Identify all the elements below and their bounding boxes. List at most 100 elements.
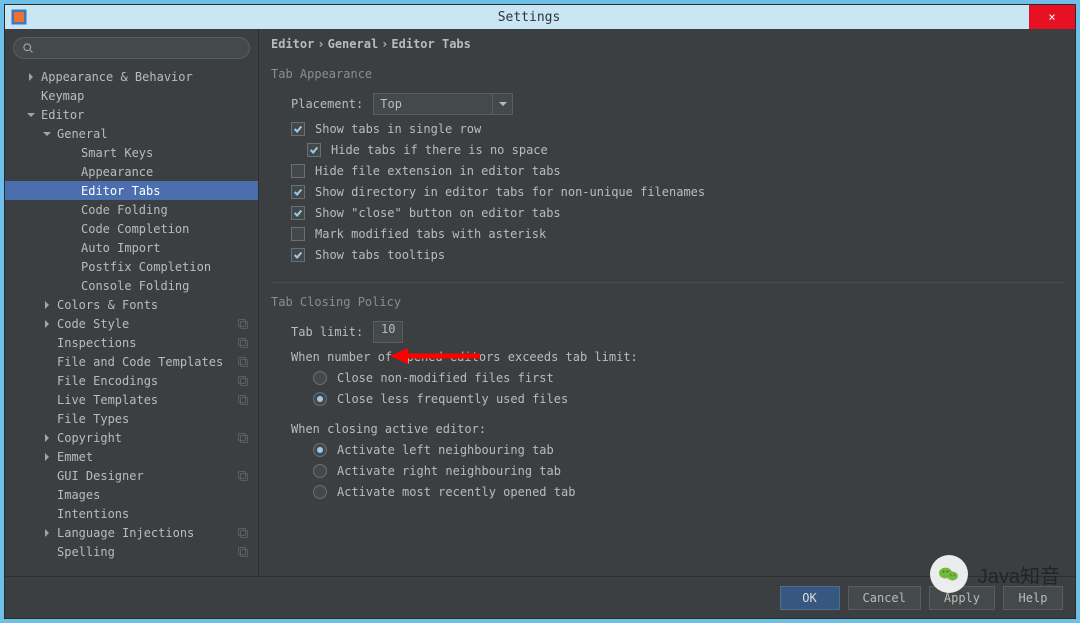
radio-activate-left[interactable]: Activate left neighbouring tab: [313, 443, 1063, 457]
per-project-icon: [236, 317, 250, 331]
sidebar-item-label: Code Completion: [81, 222, 189, 236]
sidebar-item-spelling[interactable]: Spelling: [5, 542, 258, 561]
radio-activate-right[interactable]: Activate right neighbouring tab: [313, 464, 1063, 478]
sidebar-item-label: General: [57, 127, 108, 141]
search-input[interactable]: [13, 37, 250, 59]
sidebar-item-emmet[interactable]: Emmet: [5, 447, 258, 466]
footer: OK Cancel Apply Help: [5, 576, 1075, 618]
radio-icon: [313, 464, 327, 478]
settings-tree[interactable]: Appearance & BehaviorKeymapEditor General…: [5, 67, 258, 576]
radio-icon: [313, 485, 327, 499]
radio-label: Close less frequently used files: [337, 392, 568, 406]
sidebar-item-colors-fonts[interactable]: Colors & Fonts: [5, 295, 258, 314]
sidebar-item-editor-tabs[interactable]: Editor Tabs: [5, 181, 258, 200]
tab-limit-row: Tab limit: 10: [291, 321, 1063, 343]
expand-icon: [41, 451, 53, 463]
breadcrumb-item: General: [328, 37, 379, 51]
sidebar-item-appearance-behavior[interactable]: Appearance & Behavior: [5, 67, 258, 86]
sidebar-item-file-types[interactable]: File Types: [5, 409, 258, 428]
checkbox-label: Hide file extension in editor tabs: [315, 164, 561, 178]
show-close-checkbox[interactable]: Show "close" button on editor tabs: [291, 206, 1063, 220]
sidebar-item-smart-keys[interactable]: Smart Keys: [5, 143, 258, 162]
chevron-right-icon: ›: [317, 37, 324, 51]
sidebar-item-copyright[interactable]: Copyright: [5, 428, 258, 447]
checkbox-label: Show tabs in single row: [315, 122, 481, 136]
sidebar-item-console-folding[interactable]: Console Folding: [5, 276, 258, 295]
expand-icon: [41, 432, 53, 444]
hide-no-space-checkbox[interactable]: Hide tabs if there is no space: [307, 143, 1063, 157]
sidebar-item-label: Images: [57, 488, 100, 502]
sidebar-item-live-templates[interactable]: Live Templates: [5, 390, 258, 409]
placement-label: Placement:: [291, 97, 363, 111]
tab-limit-input[interactable]: 10: [373, 321, 403, 343]
sidebar-item-label: File Types: [57, 412, 129, 426]
sidebar-item-auto-import[interactable]: Auto Import: [5, 238, 258, 257]
expand-icon: [41, 318, 53, 330]
sidebar-item-label: Emmet: [57, 450, 93, 464]
sidebar-item-code-completion[interactable]: Code Completion: [5, 219, 258, 238]
sidebar-item-label: Code Folding: [81, 203, 168, 217]
placement-select[interactable]: Top: [373, 93, 493, 115]
body: Appearance & BehaviorKeymapEditor General…: [5, 29, 1075, 576]
sidebar-item-general[interactable]: General: [5, 124, 258, 143]
radio-icon: [313, 392, 327, 406]
cancel-button[interactable]: Cancel: [848, 586, 921, 610]
checkbox-icon: [291, 122, 305, 136]
sidebar-item-file-encodings[interactable]: File Encodings: [5, 371, 258, 390]
sidebar-item-intentions[interactable]: Intentions: [5, 504, 258, 523]
placement-dropdown-button[interactable]: [493, 93, 513, 115]
placement-value: Top: [380, 97, 402, 111]
sidebar-item-inspections[interactable]: Inspections: [5, 333, 258, 352]
sidebar-item-gui-designer[interactable]: GUI Designer: [5, 466, 258, 485]
radio-close-lessfreq[interactable]: Close less frequently used files: [313, 392, 1063, 406]
sidebar-item-keymap[interactable]: Keymap: [5, 86, 258, 105]
per-project-icon: [236, 526, 250, 540]
single-row-checkbox[interactable]: Show tabs in single row: [291, 122, 1063, 136]
checkbox-label: Mark modified tabs with asterisk: [315, 227, 546, 241]
checkbox-label: Show "close" button on editor tabs: [315, 206, 561, 220]
sidebar-item-code-style[interactable]: Code Style: [5, 314, 258, 333]
radio-icon: [313, 443, 327, 457]
sidebar-item-label: Spelling: [57, 545, 115, 559]
checkbox-label: Show tabs tooltips: [315, 248, 445, 262]
sidebar-item-editor[interactable]: Editor: [5, 105, 258, 124]
ok-button[interactable]: OK: [780, 586, 840, 610]
sidebar: Appearance & BehaviorKeymapEditor General…: [5, 29, 259, 576]
sidebar-item-appearance[interactable]: Appearance: [5, 162, 258, 181]
hide-ext-checkbox[interactable]: Hide file extension in editor tabs: [291, 164, 1063, 178]
per-project-icon: [236, 355, 250, 369]
chevron-down-icon: [499, 100, 507, 108]
sidebar-item-label: Console Folding: [81, 279, 189, 293]
wechat-icon: [930, 555, 968, 593]
radio-close-nonmodified[interactable]: Close non-modified files first: [313, 371, 1063, 385]
sidebar-item-file-and-code-templates[interactable]: File and Code Templates: [5, 352, 258, 371]
sidebar-item-language-injections[interactable]: Language Injections: [5, 523, 258, 542]
checkbox-icon: [291, 164, 305, 178]
close-button[interactable]: ×: [1029, 5, 1075, 29]
checkbox-label: Show directory in editor tabs for non-un…: [315, 185, 705, 199]
per-project-icon: [236, 431, 250, 445]
sidebar-item-label: Smart Keys: [81, 146, 153, 160]
settings-panel: Tab Appearance Placement: Top Show tabs …: [259, 59, 1075, 576]
sidebar-item-code-folding[interactable]: Code Folding: [5, 200, 258, 219]
expand-icon: [41, 527, 53, 539]
placement-row: Placement: Top: [291, 93, 1063, 115]
checkbox-icon: [291, 185, 305, 199]
expand-icon: [25, 109, 37, 121]
checkbox-label: Hide tabs if there is no space: [331, 143, 548, 157]
show-dir-checkbox[interactable]: Show directory in editor tabs for non-un…: [291, 185, 1063, 199]
group-closing-policy: Tab Closing Policy: [271, 282, 1063, 309]
radio-activate-recent[interactable]: Activate most recently opened tab: [313, 485, 1063, 499]
sidebar-item-label: File and Code Templates: [57, 355, 223, 369]
radio-label: Close non-modified files first: [337, 371, 554, 385]
expand-icon: [25, 71, 37, 83]
per-project-icon: [236, 469, 250, 483]
window-title: Settings: [29, 10, 1029, 25]
close-icon: ×: [1048, 10, 1055, 24]
tooltips-checkbox[interactable]: Show tabs tooltips: [291, 248, 1063, 262]
sidebar-item-images[interactable]: Images: [5, 485, 258, 504]
checkbox-icon: [291, 248, 305, 262]
mark-asterisk-checkbox[interactable]: Mark modified tabs with asterisk: [291, 227, 1063, 241]
checkbox-icon: [307, 143, 321, 157]
sidebar-item-postfix-completion[interactable]: Postfix Completion: [5, 257, 258, 276]
